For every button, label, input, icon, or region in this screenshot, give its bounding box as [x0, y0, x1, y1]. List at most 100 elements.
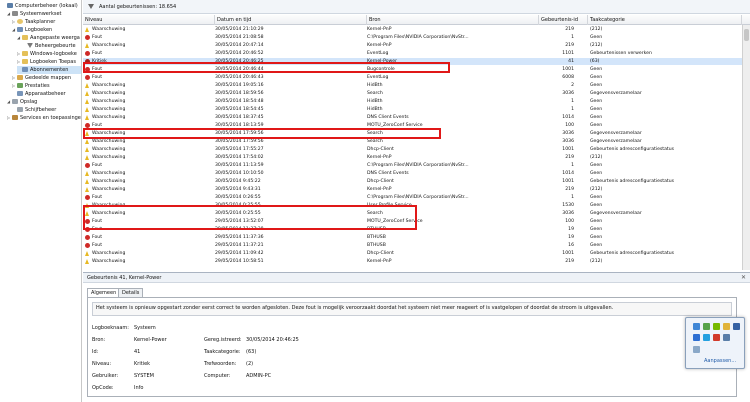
filter-icon	[27, 43, 33, 48]
table-row[interactable]: Waarschuwing 30/05/2014 9:45:22 Dhcp-Clien…	[83, 178, 742, 185]
tree-item-label: Windows-logboeke	[30, 51, 77, 57]
table-row[interactable]: Fout 29/05/2014 11:37:21 BTHUSB 16 Geen	[83, 242, 742, 249]
cell-event-id: 3036	[562, 139, 574, 144]
cell-datetime: 30/05/2014 18:13:59	[215, 123, 264, 128]
table-row[interactable]: Waarschuwing 30/05/2014 17:59:56 Search 303…	[83, 138, 742, 145]
table-row[interactable]: Waarschuwing 30/05/2014 19:05:16 HidBth 2 Ge…	[83, 82, 742, 89]
scrollbar-thumb[interactable]	[744, 29, 749, 41]
column-header-datetime[interactable]: Datum en tijd	[215, 15, 367, 25]
table-row[interactable]: Waarschuwing 30/05/2014 18:54:45 HidBth 1 Ge…	[83, 106, 742, 113]
table-row[interactable]: Waarschuwing 30/05/2014 10:10:50 DNS Clien…	[83, 170, 742, 177]
cell-level: Fout	[92, 195, 103, 200]
cell-level: Waarschuwing	[92, 203, 126, 208]
signal-icon[interactable]	[693, 346, 700, 353]
cell-level: Kritiek	[92, 59, 107, 64]
event-details-pane: Gebeurtenis 41, Kernel-Power ✕ Algemeen …	[83, 272, 750, 402]
table-row[interactable]: Waarschuwing 30/05/2014 18:54:48 HidBth 1 Ge…	[83, 98, 742, 105]
table-row[interactable]: Waarschuwing 29/05/2014 11:09:42 Dhcp-Clie…	[83, 250, 742, 257]
table-row[interactable]: Waarschuwing 30/05/2014 17:59:56 Search 303…	[83, 130, 742, 137]
cell-source: BTHUSB	[367, 227, 386, 232]
tree-item[interactable]: ◢ Aangepaste weerga	[17, 34, 81, 42]
cell-source: Kernel-PnP	[367, 259, 392, 264]
table-row[interactable]: Fout 30/05/2014 20:46:43 EventLog 6008 Geen	[83, 74, 742, 81]
tree-item[interactable]: ◢ Systeemwerkset	[7, 10, 81, 18]
antivirus-icon[interactable]	[713, 334, 720, 341]
table-row[interactable]: Waarschuwing 30/05/2014 18:59:56 Search 303…	[83, 90, 742, 97]
cell-level: Waarschuwing	[92, 27, 126, 32]
monitor-icon[interactable]	[733, 323, 740, 330]
table-row[interactable]: Fout 29/05/2014 11:37:38 BTHUSB 19 Geen	[83, 226, 742, 233]
table-row[interactable]: Fout 30/05/2014 18:13:59 MOTU_ZeroConf Ser…	[83, 122, 742, 129]
table-row[interactable]: Fout 30/05/2014 11:13:59 C:\Program Files\…	[83, 162, 742, 169]
table-row[interactable]: Fout 29/05/2014 13:52:07 MOTU_ZeroConf Ser…	[83, 218, 742, 225]
cell-level: Fout	[92, 163, 103, 168]
clock-icon	[17, 19, 23, 24]
nvidia-icon[interactable]	[713, 323, 720, 330]
table-row[interactable]: Fout 30/05/2014 20:46:44 Bugcontrole 1001 Ge…	[83, 66, 742, 73]
tree-item[interactable]: ▷ Gedeelde mappen	[12, 74, 81, 82]
cell-task-category: (63)	[590, 59, 600, 64]
table-row[interactable]: Fout 30/05/2014 21:08:58 C:\Program Files\…	[83, 34, 742, 41]
details-general-panel: Het systeem is opnieuw opgestart zonder …	[87, 297, 737, 397]
tree-item[interactable]: ▷ Logboeken Toepas	[17, 58, 81, 66]
table-row[interactable]: Waarschuwing 30/05/2014 20:47:14 Kernel-Pn…	[83, 42, 742, 49]
tree-item[interactable]: Computerbeheer (lokaal)	[2, 2, 81, 10]
disk-icon	[17, 107, 23, 112]
tree-item[interactable]: ▷ Prestaties	[12, 82, 81, 90]
tree-item[interactable]: ▷ Taakplanner	[12, 18, 81, 26]
update-icon[interactable]	[723, 334, 730, 341]
table-row[interactable]: Waarschuwing 30/05/2014 0:25:55 User Profi…	[83, 202, 742, 209]
cell-datetime: 30/05/2014 10:10:50	[215, 171, 264, 176]
table-row[interactable]: Waarschuwing 29/05/2014 10:58:51 Kernel-Pn…	[83, 258, 742, 265]
volume-icon[interactable]	[693, 323, 700, 330]
cell-task-category: Gegevensverzamelaar	[590, 211, 642, 216]
table-row[interactable]: Kritiek 30/05/2014 20:46:25 Kernel-Power 41…	[83, 58, 742, 65]
table-row[interactable]: Fout 30/05/2014 20:46:52 EventLog 1101 Gebeu…	[83, 50, 742, 57]
tree-item[interactable]: ▷ Windows-logboeke	[17, 50, 81, 58]
table-row[interactable]: Waarschuwing 30/05/2014 18:37:45 DNS Clien…	[83, 114, 742, 121]
table-row[interactable]: Waarschuwing 30/05/2014 9:43:31 Kernel-PnP…	[83, 186, 742, 193]
cell-source: Dhcp-Client	[367, 147, 394, 152]
tree-item[interactable]: ▷ Services en toepassingen	[7, 114, 81, 122]
cell-source: Kernel-PnP	[367, 187, 392, 192]
tab-details[interactable]: Details	[118, 288, 144, 297]
column-header-event-id[interactable]: Gebeurtenis-id	[539, 15, 588, 25]
cell-datetime: 30/05/2014 17:55:27	[215, 147, 264, 152]
customize-link[interactable]: Aanpassen...	[704, 358, 736, 364]
tree-item[interactable]: Abonnementen	[17, 66, 81, 74]
tree-item[interactable]: Beheergebeurte	[22, 42, 81, 50]
cell-event-id: 1101	[562, 51, 574, 56]
table-row[interactable]: Fout 30/05/2014 0:26:55 C:\Program Files\N…	[83, 194, 742, 201]
cell-event-id: 1001	[562, 67, 574, 72]
notification-area-popup: Aanpassen...	[685, 317, 745, 369]
network-icon[interactable]	[703, 323, 710, 330]
tree-item[interactable]: Schijfbeheer	[12, 106, 81, 114]
table-row[interactable]: Waarschuwing 30/05/2014 17:55:27 Dhcp-Clie…	[83, 146, 742, 153]
bluetooth-icon[interactable]	[693, 334, 700, 341]
tree-item[interactable]: Apparaatbeheer	[12, 90, 81, 98]
close-icon[interactable]: ✕	[741, 273, 746, 283]
cell-event-id: 1	[571, 35, 574, 40]
tree-item[interactable]: ◢ Opslag	[7, 98, 81, 106]
cell-datetime: 30/05/2014 11:13:59	[215, 163, 264, 168]
cell-task-category: Geen	[590, 99, 603, 104]
event-count-bar: Aantal gebeurtenissen: 18.654	[83, 0, 750, 14]
security-icon[interactable]	[723, 323, 730, 330]
cell-level: Waarschuwing	[92, 43, 126, 48]
event-log-icon	[17, 27, 23, 32]
vertical-scrollbar[interactable]	[742, 25, 750, 270]
tree-item-label: Logboeken Toepas	[30, 59, 76, 65]
table-row[interactable]: Waarschuwing 30/05/2014 21:10:29 Kernel-Pn…	[83, 26, 742, 33]
table-row[interactable]: Fout 29/05/2014 11:37:36 BTHUSB 19 Geen	[83, 234, 742, 241]
cell-source: Bugcontrole	[367, 67, 395, 72]
column-header-source[interactable]: Bron	[367, 15, 539, 25]
table-row[interactable]: Waarschuwing 30/05/2014 0:25:55 Search 3036…	[83, 210, 742, 217]
table-row[interactable]: Waarschuwing 30/05/2014 17:54:02 Kernel-Pn…	[83, 154, 742, 161]
column-header-level[interactable]: Niveau	[83, 15, 215, 25]
tree-item[interactable]: ◢ Logboeken	[12, 26, 81, 34]
cell-datetime: 30/05/2014 20:46:25	[215, 59, 264, 64]
column-header-task-category[interactable]: Taakcategorie	[588, 15, 742, 25]
skype-icon[interactable]	[703, 334, 710, 341]
cell-source: DNS Client Events	[367, 171, 409, 176]
field-label-level: Niveau:	[92, 361, 112, 367]
